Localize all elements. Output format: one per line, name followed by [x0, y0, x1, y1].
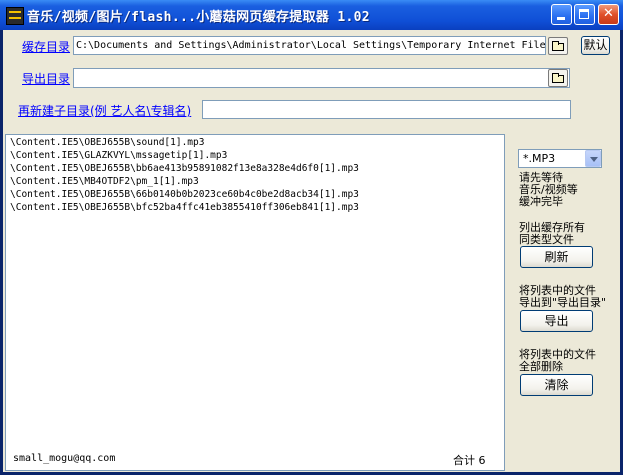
- folder-open-icon: [552, 41, 564, 51]
- default-button[interactable]: 默认: [581, 36, 610, 55]
- list-item[interactable]: \Content.IE5\OBEJ655B\sound[1].mp3: [10, 137, 204, 148]
- export-dir-input[interactable]: [73, 68, 570, 88]
- cache-dir-input[interactable]: C:\Documents and Settings\Administrator\…: [73, 36, 546, 55]
- export-hint: 将列表中的文件 导出到"导出目录": [519, 284, 607, 309]
- chevron-down-icon[interactable]: [585, 150, 601, 167]
- total-count: 合计 6: [453, 454, 486, 467]
- minimize-icon: [557, 17, 565, 20]
- close-button[interactable]: ✕: [598, 4, 619, 25]
- window-title: 音乐/视频/图片/flash...小蘑菇网页缓存提取器 1.02: [27, 10, 370, 25]
- client-area: 缓存目录 C:\Documents and Settings\Administr…: [3, 30, 620, 472]
- subdir-label[interactable]: 再新建子目录(例 艺人名\专辑名): [18, 102, 191, 119]
- folder-open-icon: [552, 73, 564, 83]
- wait-hint: 请先等待 音乐/视频等 缓冲完毕: [519, 171, 578, 208]
- delete-button[interactable]: 清除: [520, 374, 593, 396]
- list-item[interactable]: \Content.IE5\OBEJ655B\bb6ae413b95891082f…: [10, 163, 359, 174]
- maximize-button[interactable]: [574, 4, 595, 25]
- title-bar[interactable]: 音乐/视频/图片/flash...小蘑菇网页缓存提取器 1.02 ✕: [0, 0, 623, 30]
- maximize-icon: [579, 9, 589, 19]
- export-dir-label[interactable]: 导出目录: [22, 70, 70, 87]
- list-item[interactable]: \Content.IE5\OBEJ655B\bfc52ba4ffc41eb385…: [10, 202, 359, 213]
- refresh-button[interactable]: 刷新: [520, 246, 593, 268]
- minimize-button[interactable]: [551, 4, 572, 25]
- list-item[interactable]: \Content.IE5\OBEJ655B\66b0140b0b2023ce60…: [10, 189, 359, 200]
- subdir-input[interactable]: [202, 100, 571, 119]
- app-icon: [6, 7, 24, 25]
- refresh-hint: 列出缓存所有 同类型文件: [519, 221, 585, 246]
- list-item[interactable]: \Content.IE5\GLAZKVYL\mssagetip[1].mp3: [10, 150, 227, 161]
- cache-dir-label[interactable]: 缓存目录: [22, 38, 70, 55]
- cache-dir-browse-button[interactable]: [548, 37, 568, 55]
- file-list[interactable]: \Content.IE5\OBEJ655B\sound[1].mp3 \Cont…: [5, 134, 505, 471]
- export-button[interactable]: 导出: [520, 310, 593, 332]
- file-type-value: *.MP3: [523, 152, 556, 165]
- delete-hint: 将列表中的文件 全部删除: [519, 348, 596, 373]
- list-item[interactable]: \Content.IE5\MB4OTDF2\pm_1[1].mp3: [10, 176, 199, 187]
- author-email: small_mogu@qq.com: [13, 453, 116, 464]
- export-dir-browse-button[interactable]: [548, 69, 568, 87]
- close-icon: ✕: [603, 6, 614, 21]
- app-window: 音乐/视频/图片/flash...小蘑菇网页缓存提取器 1.02 ✕ 缓存目录 …: [0, 0, 623, 475]
- file-type-select[interactable]: *.MP3: [518, 149, 602, 168]
